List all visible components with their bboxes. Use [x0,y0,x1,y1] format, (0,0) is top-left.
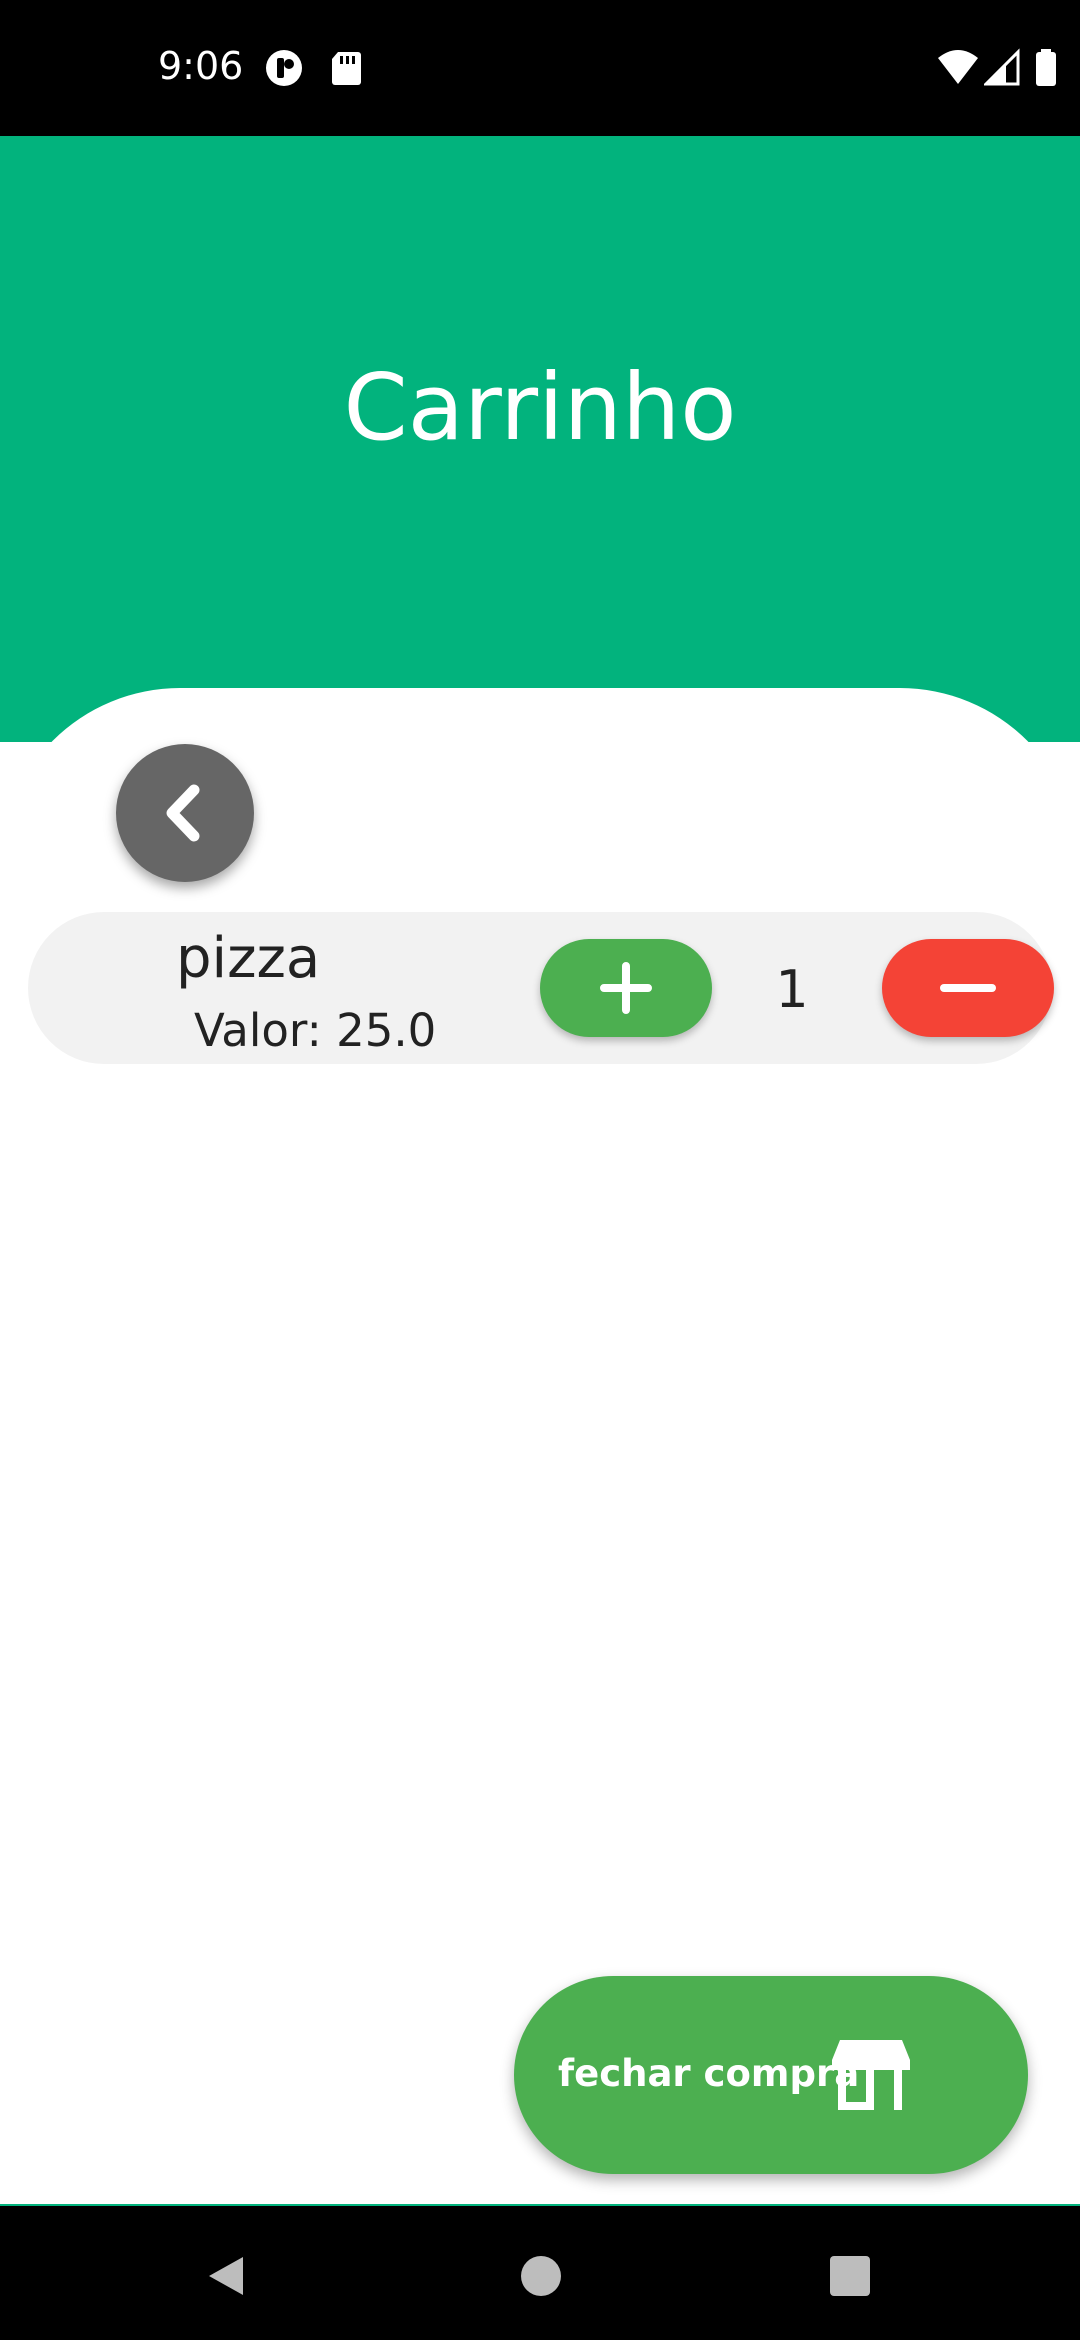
minus-icon [940,984,996,992]
cart-item: pizza Valor: 25.0 1 [28,912,1054,1064]
status-bar: 9:06 [0,0,1080,136]
battery-icon [1036,49,1056,86]
status-time: 9:06 [158,44,244,88]
item-quantity: 1 [775,960,809,1020]
cart-screen: 9:06 Carrinho pizza Valor: 25.0 1 fechar… [0,0,1080,2340]
decrease-quantity-button[interactable] [882,939,1054,1037]
recents-square-icon [830,2256,870,2296]
home-circle-icon [521,2256,561,2296]
plus-icon [600,962,652,1014]
store-icon [832,2040,910,2110]
item-name: pizza [176,926,321,991]
app-notification-icon [266,50,302,86]
cell-signal-icon [984,48,1020,86]
header: Carrinho [0,136,1080,742]
back-triangle-icon [209,2257,243,2295]
nav-back-button[interactable] [196,2246,256,2306]
nav-home-button[interactable] [511,2246,571,2306]
navigation-bar [0,2206,1080,2340]
sd-card-icon [332,52,361,85]
checkout-button[interactable]: fechar compra [514,1976,1028,2174]
increase-quantity-button[interactable] [540,939,712,1037]
nav-recents-button[interactable] [820,2246,880,2306]
chevron-left-icon [166,784,200,842]
checkout-label: fechar compra [558,2052,860,2095]
item-price: Valor: 25.0 [194,1004,437,1057]
wifi-icon [938,50,978,84]
page-title: Carrinho [343,354,737,461]
back-button[interactable] [116,744,254,882]
